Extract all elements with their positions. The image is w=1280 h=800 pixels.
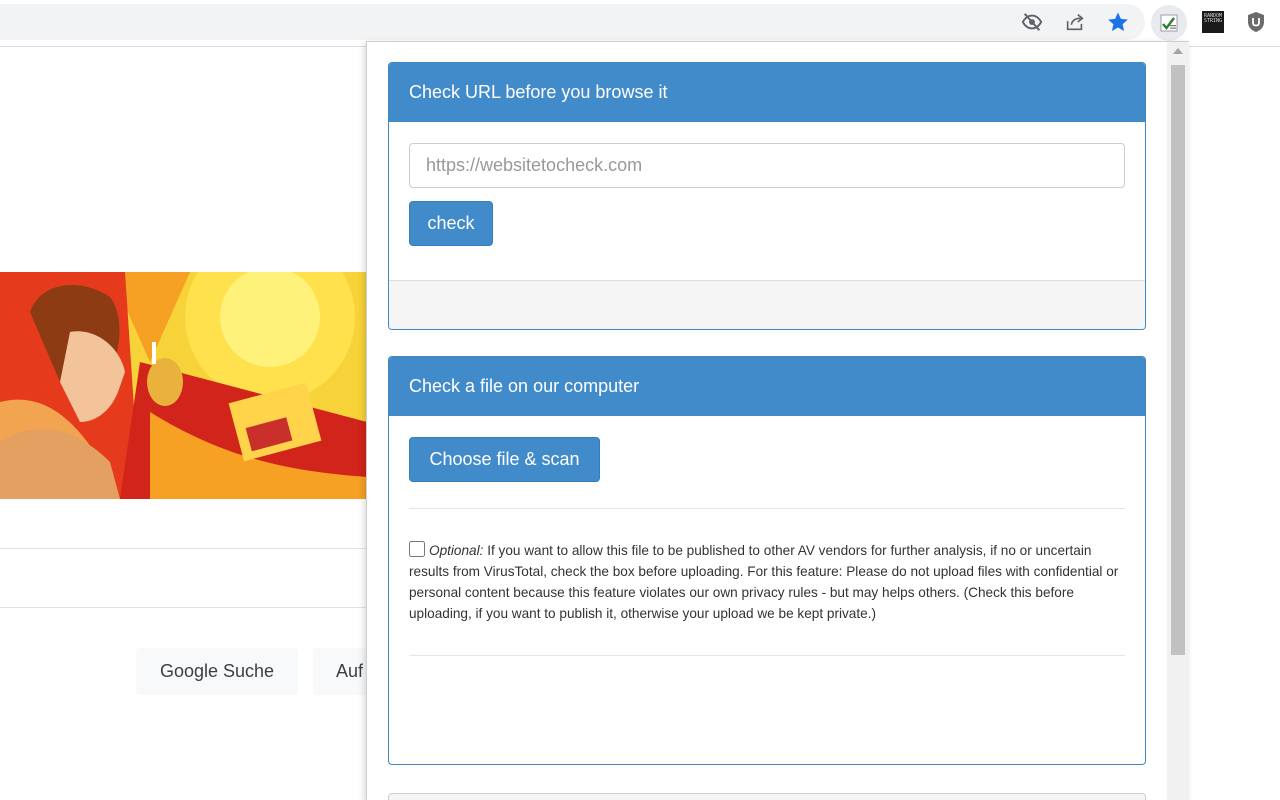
choose-file-scan-button[interactable]: Choose file & scan xyxy=(409,437,600,482)
eye-off-icon[interactable] xyxy=(1019,9,1045,35)
ublock-shield-icon[interactable] xyxy=(1243,9,1269,35)
divider-bottom xyxy=(409,655,1125,656)
url-panel-title: Check URL before you browse it xyxy=(389,63,1145,122)
url-panel-footer xyxy=(389,280,1145,329)
feeling-lucky-button[interactable]: Auf xyxy=(313,648,373,695)
browser-toolbar: RANDOM STRING xyxy=(0,0,1280,46)
google-search-button[interactable]: Google Suche xyxy=(136,648,298,695)
search-box-line-bottom xyxy=(0,607,367,608)
share-icon[interactable] xyxy=(1062,9,1088,35)
scroll-up-arrow-icon[interactable] xyxy=(1173,48,1183,54)
optional-label: Optional: xyxy=(429,543,484,558)
extension-check-icon[interactable] xyxy=(1151,5,1187,41)
popup-scrollbar[interactable] xyxy=(1167,42,1189,800)
scroll-thumb[interactable] xyxy=(1171,65,1185,655)
star-icon[interactable] xyxy=(1105,9,1131,35)
url-check-panel: Check URL before you browse it check xyxy=(388,62,1146,330)
optional-description: If you want to allow this file to be pub… xyxy=(409,543,1119,621)
extension-popup: Check URL before you browse it check Che… xyxy=(366,41,1189,800)
publish-checkbox[interactable] xyxy=(409,541,425,557)
google-doodle-image[interactable] xyxy=(0,272,367,499)
extension-thumbnail-text: RANDOM STRING xyxy=(1203,13,1223,24)
url-input[interactable] xyxy=(409,143,1125,188)
optional-publish-section: Optional: If you want to allow this file… xyxy=(409,540,1125,624)
divider xyxy=(409,508,1125,509)
file-panel-title: Check a file on our computer xyxy=(389,357,1145,416)
extension-thumbnail-icon[interactable]: RANDOM STRING xyxy=(1202,11,1224,33)
check-button[interactable]: check xyxy=(409,201,493,246)
search-box-line xyxy=(0,548,367,549)
file-check-panel: Check a file on our computer Choose file… xyxy=(388,356,1146,765)
next-panel-edge xyxy=(388,793,1146,800)
address-bar[interactable] xyxy=(0,4,1145,40)
